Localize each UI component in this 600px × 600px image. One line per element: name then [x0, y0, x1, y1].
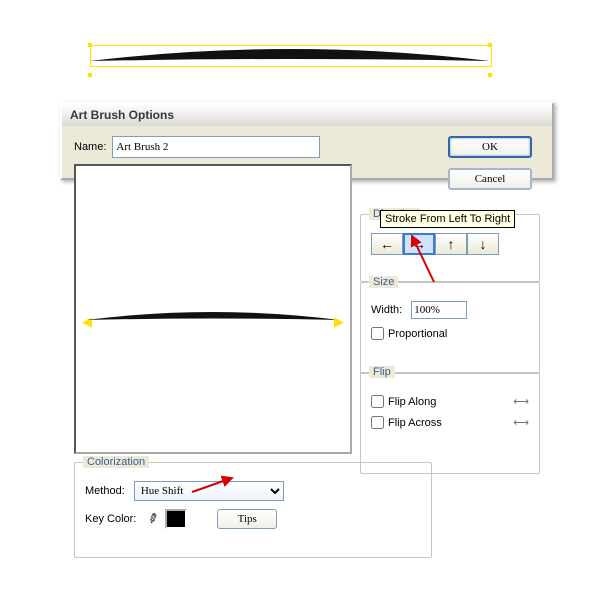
- method-label: Method:: [85, 485, 125, 497]
- ok-button[interactable]: OK: [448, 136, 532, 158]
- flip-legend: Flip: [369, 366, 395, 378]
- size-group: Size Width: Proportional: [360, 282, 540, 374]
- dialog-titlebar[interactable]: Art Brush Options: [62, 104, 552, 126]
- flip-across-label: Flip Across: [388, 417, 442, 429]
- width-input[interactable]: [411, 301, 467, 319]
- colorization-group: Colorization Method: Hue Shift Key Color…: [74, 462, 432, 558]
- direction-left-button[interactable]: ←: [371, 233, 403, 255]
- flip-across-icon: ⟷: [509, 416, 529, 429]
- name-input[interactable]: [112, 136, 320, 158]
- direction-down-button[interactable]: ↓: [467, 233, 499, 255]
- annotation-arrow-method-icon: [190, 474, 238, 496]
- flip-along-checkbox-input[interactable]: [371, 395, 384, 408]
- colorization-legend: Colorization: [83, 456, 149, 468]
- annotation-arrow-direction-icon: [406, 232, 440, 286]
- tips-button[interactable]: Tips: [217, 509, 277, 529]
- brush-preview: ◀ ▶: [74, 164, 352, 454]
- keycolor-swatch[interactable]: [165, 509, 187, 529]
- flip-along-label: Flip Along: [388, 396, 436, 408]
- width-label: Width:: [371, 304, 402, 316]
- flip-across-checkbox-input[interactable]: [371, 416, 384, 429]
- canvas-brush-artwork: [90, 45, 490, 75]
- flip-along-checkbox[interactable]: Flip Along ⟷: [371, 395, 529, 408]
- eyedropper-icon[interactable]: ✎: [145, 509, 162, 528]
- direction-tooltip: Stroke From Left To Right: [380, 210, 515, 228]
- art-brush-options-dialog: Art Brush Options Name: OK Cancel ◀ ▶ Di…: [60, 102, 554, 180]
- proportional-checkbox[interactable]: Proportional: [371, 327, 529, 340]
- proportional-checkbox-input[interactable]: [371, 327, 384, 340]
- proportional-label: Proportional: [388, 328, 447, 340]
- flip-along-icon: ⟷: [509, 395, 529, 408]
- cancel-button[interactable]: Cancel: [448, 168, 532, 190]
- size-legend: Size: [369, 276, 398, 288]
- flip-group: Flip Flip Along ⟷ Flip Across ⟷: [360, 372, 540, 474]
- keycolor-label: Key Color:: [85, 513, 136, 525]
- preview-arrow-right-icon: ▶: [334, 314, 344, 330]
- name-label: Name:: [74, 141, 106, 153]
- flip-across-checkbox[interactable]: Flip Across ⟷: [371, 416, 529, 429]
